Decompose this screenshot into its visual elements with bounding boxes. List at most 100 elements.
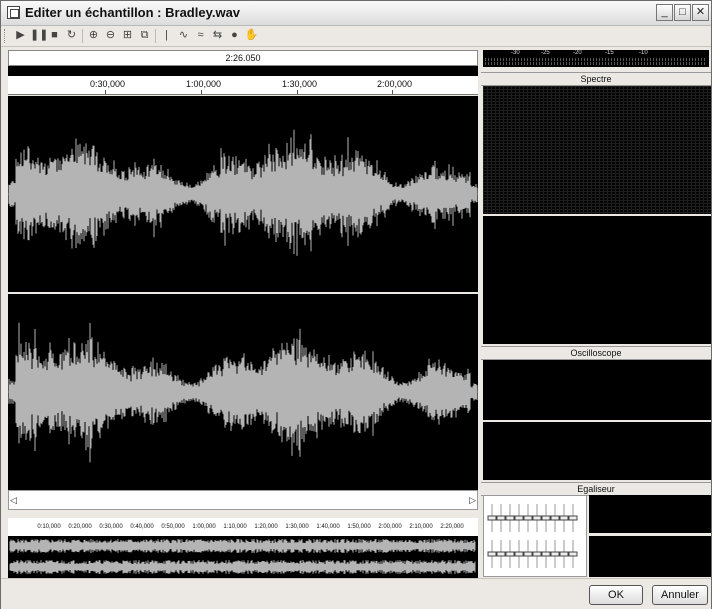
overview-ruler-label: 2:00,000 bbox=[378, 524, 402, 530]
pause-icon[interactable]: ❚❚ bbox=[30, 28, 48, 43]
cancel-button[interactable]: Annuler bbox=[652, 585, 708, 605]
spectrogram-display bbox=[483, 216, 711, 344]
ok-label: OK bbox=[608, 589, 624, 601]
record-icon[interactable]: ● bbox=[227, 28, 242, 43]
toolbar-separator bbox=[82, 29, 83, 43]
ruler-tick bbox=[201, 90, 202, 94]
eq-slider-knob bbox=[532, 551, 542, 557]
horizontal-scrollbar[interactable]: ◁ ▷ bbox=[8, 490, 478, 510]
crop-icon[interactable]: ⧉ bbox=[137, 28, 152, 43]
overview-channel-path bbox=[9, 539, 476, 553]
overview-ruler-label: 0:40,000 bbox=[130, 524, 154, 530]
eq-slider-knob bbox=[523, 515, 533, 521]
eq-slider-knob bbox=[487, 515, 497, 521]
eq-slider-knob bbox=[514, 551, 524, 557]
ruler-tick bbox=[297, 90, 298, 94]
overview-ruler-label: 0:30,000 bbox=[99, 524, 123, 530]
scroll-left-icon[interactable]: ◁ bbox=[10, 495, 17, 506]
zoom-out-icon[interactable]: ⊖ bbox=[103, 28, 118, 43]
eq-slider-knob bbox=[505, 515, 515, 521]
sample-editor-window: Editer un échantillon : Bradley.wav _ □ … bbox=[0, 0, 712, 609]
waveform-path bbox=[8, 129, 478, 256]
cancel-label: Annuler bbox=[661, 589, 699, 601]
vu-bar-right bbox=[485, 62, 707, 65]
waveform-left bbox=[8, 129, 478, 256]
overview-waveform[interactable] bbox=[8, 536, 478, 578]
overview-ruler-label: 1:10,000 bbox=[223, 524, 247, 530]
eq-slider-knob bbox=[496, 515, 506, 521]
ruler-label: 2:00,000 bbox=[377, 79, 413, 89]
oscilloscope-header: Oscilloscope bbox=[481, 346, 711, 360]
overview-waveform-graph bbox=[9, 539, 476, 574]
eq-slider-knob bbox=[514, 515, 524, 521]
close-icon[interactable]: ✕ bbox=[692, 4, 709, 21]
eq-slider-knob bbox=[550, 515, 560, 521]
eq-slider-knob bbox=[505, 551, 515, 557]
overview-ruler-label: 1:30,000 bbox=[285, 524, 309, 530]
window-title: Editer un échantillon : Bradley.wav bbox=[25, 5, 241, 20]
toolbar: ▶ ❚❚ ■ ↻ ⊕ ⊖ ⊞ ⧉ | ∿ ≈ ⇆ ● ✋ bbox=[1, 26, 711, 47]
overview-ruler-label: 0:50,000 bbox=[161, 524, 185, 530]
waveform-channel-left[interactable] bbox=[8, 96, 478, 292]
equalizer-sliders[interactable] bbox=[483, 495, 587, 577]
analysis-panels: -30 -25 -20 -15 -10 Spectre Oscilloscope… bbox=[481, 48, 711, 578]
overview-ruler-label: 1:50,000 bbox=[347, 524, 371, 530]
equalizer-display-top bbox=[589, 495, 711, 533]
vu-label: -30 bbox=[511, 50, 520, 56]
selection-time: 2:26.050 bbox=[8, 50, 478, 66]
waveform-editor: 2:26.050 0:30,000 1:00,000 1:30,000 2:00… bbox=[8, 48, 478, 578]
waveform-right bbox=[8, 322, 478, 463]
overview-ruler-label: 0:20,000 bbox=[68, 524, 92, 530]
eq-slider-knob bbox=[559, 551, 569, 557]
scroll-right-icon[interactable]: ▷ bbox=[469, 495, 476, 506]
overview-ruler-label: 1:40,000 bbox=[316, 524, 340, 530]
title-bar[interactable]: Editer un échantillon : Bradley.wav _ □ … bbox=[1, 1, 711, 26]
eq-slider-knob bbox=[568, 515, 578, 521]
waveform-path bbox=[8, 322, 478, 463]
overview-ruler-label: 0:10,000 bbox=[37, 524, 61, 530]
spectrum-display bbox=[483, 86, 711, 214]
app-icon bbox=[7, 6, 20, 19]
eq-slider-knob bbox=[487, 551, 497, 557]
time-ruler[interactable]: 0:30,000 1:00,000 1:30,000 2:00,000 bbox=[8, 76, 478, 95]
marker-icon[interactable]: | bbox=[159, 28, 174, 43]
overview-ruler-label: 2:20,000 bbox=[440, 524, 464, 530]
loop-icon[interactable]: ↻ bbox=[64, 28, 79, 43]
minimize-icon[interactable]: _ bbox=[656, 4, 673, 21]
ruler-label: 0:30,000 bbox=[90, 79, 126, 89]
eq-slider-knob bbox=[496, 551, 506, 557]
eq-slider-knob bbox=[541, 515, 551, 521]
ok-button[interactable]: OK bbox=[589, 585, 643, 605]
reverse-icon[interactable]: ⇆ bbox=[210, 28, 225, 43]
ruler-tick bbox=[105, 90, 106, 94]
toolbar-grip[interactable] bbox=[4, 29, 8, 43]
overview-ruler-label: 1:20,000 bbox=[254, 524, 278, 530]
zoom-in-icon[interactable]: ⊕ bbox=[86, 28, 101, 43]
ruler-tick bbox=[392, 90, 393, 94]
normalize-icon[interactable]: ∿ bbox=[176, 28, 191, 43]
select-icon[interactable]: ⊞ bbox=[120, 28, 135, 43]
stop-icon[interactable]: ■ bbox=[47, 28, 62, 43]
equalizer-graph bbox=[487, 504, 578, 568]
maximize-icon[interactable]: □ bbox=[674, 4, 691, 21]
waveform-channel-right[interactable] bbox=[8, 294, 478, 490]
vu-meter: -30 -25 -20 -15 -10 bbox=[483, 50, 709, 67]
hand-icon[interactable]: ✋ bbox=[244, 28, 259, 43]
eq-slider-knob bbox=[568, 551, 578, 557]
overview-ruler-label: 2:10,000 bbox=[409, 524, 433, 530]
equalizer-header: Egaliseur bbox=[481, 482, 711, 496]
eq-slider-knob bbox=[541, 551, 551, 557]
ruler-label: 1:00,000 bbox=[186, 79, 222, 89]
overview-ruler: 0:10,000 0:20,000 0:30,000 0:40,000 0:50,000… bbox=[8, 518, 478, 536]
vu-label: -25 bbox=[541, 50, 550, 56]
vu-label: -20 bbox=[573, 50, 582, 56]
play-icon[interactable]: ▶ bbox=[13, 28, 28, 43]
eq-slider-knob bbox=[532, 515, 542, 521]
overview-ruler-label: 1:00,000 bbox=[192, 524, 216, 530]
fade-icon[interactable]: ≈ bbox=[193, 28, 208, 43]
overview-channel-path bbox=[9, 560, 476, 574]
vu-label: -15 bbox=[605, 50, 614, 56]
toolbar-separator bbox=[155, 29, 156, 43]
oscilloscope-display-top bbox=[483, 360, 711, 420]
selection-bar[interactable] bbox=[8, 66, 478, 76]
